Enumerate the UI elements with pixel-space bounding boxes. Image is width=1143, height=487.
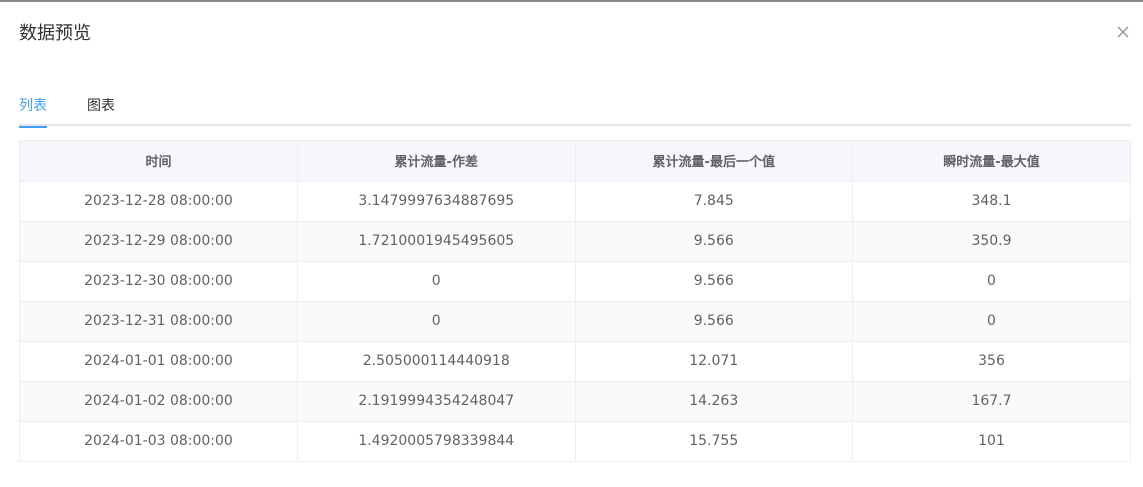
column-header-cumulative-diff: 累计流量-作差 <box>297 141 576 182</box>
table-cell: 348.1 <box>852 181 1130 222</box>
table-cell: 2024-01-01 08:00:00 <box>20 341 298 382</box>
table-row: 2023-12-31 08:00:00 0 9.566 0 <box>20 301 1130 342</box>
table-row: 2024-01-02 08:00:00 2.1919994354248047 14.… <box>20 381 1130 422</box>
tab-chart[interactable]: 图表 <box>87 96 115 116</box>
table-cell: 14.263 <box>575 381 853 422</box>
close-icon[interactable] <box>1116 25 1130 39</box>
table-cell: 0 <box>297 301 576 342</box>
table-cell: 167.7 <box>852 381 1130 422</box>
table-row: 2024-01-01 08:00:00 2.505000114440918 12.0… <box>20 341 1130 382</box>
tab-chart-label: 图表 <box>87 98 115 114</box>
table-cell: 2024-01-02 08:00:00 <box>20 381 298 422</box>
table-cell: 2.505000114440918 <box>297 341 576 382</box>
table-cell: 2023-12-28 08:00:00 <box>20 181 298 222</box>
table-cell: 0 <box>297 261 576 302</box>
table-row: 2024-01-03 08:00:00 1.4920005798339844 15.… <box>20 421 1130 461</box>
table-cell: 3.1479997634887695 <box>297 181 576 222</box>
table-cell: 9.566 <box>575 301 853 342</box>
tab-active-indicator <box>19 126 47 128</box>
table-row: 2023-12-29 08:00:00 1.7210001945495605 9.5… <box>20 221 1130 262</box>
tab-list[interactable]: 列表 <box>19 96 47 128</box>
table-cell: 2024-01-03 08:00:00 <box>20 421 298 461</box>
data-preview-dialog: 数据预览 列表 图表 时间 累计流量-作差 累计流量-最后一个值 瞬时流量-最大… <box>0 0 1143 487</box>
table-cell: 350.9 <box>852 221 1130 262</box>
table-cell: 2023-12-29 08:00:00 <box>20 221 298 262</box>
table-header-row: 时间 累计流量-作差 累计流量-最后一个值 瞬时流量-最大值 <box>20 141 1130 182</box>
table-cell: 1.4920005798339844 <box>297 421 576 461</box>
table-cell: 2.1919994354248047 <box>297 381 576 422</box>
table-row: 2023-12-30 08:00:00 0 9.566 0 <box>20 261 1130 302</box>
column-header-time: 时间 <box>20 141 298 182</box>
dialog-title: 数据预览 <box>19 23 91 44</box>
table-cell: 9.566 <box>575 221 853 262</box>
table-row: 2023-12-28 08:00:00 3.1479997634887695 7.8… <box>20 181 1130 222</box>
tab-bar: 列表 图表 <box>19 92 1131 128</box>
table-cell: 0 <box>852 301 1130 342</box>
column-header-instant-max: 瞬时流量-最大值 <box>852 141 1130 182</box>
table-cell: 9.566 <box>575 261 853 302</box>
table-cell: 7.845 <box>575 181 853 222</box>
data-table: 时间 累计流量-作差 累计流量-最后一个值 瞬时流量-最大值 2023-12-2… <box>19 140 1131 462</box>
table-cell: 12.071 <box>575 341 853 382</box>
table-cell: 356 <box>852 341 1130 382</box>
table-cell: 1.7210001945495605 <box>297 221 576 262</box>
column-header-cumulative-last: 累计流量-最后一个值 <box>575 141 853 182</box>
table-cell: 101 <box>978 433 1005 450</box>
table-cell: 2023-12-30 08:00:00 <box>20 261 298 302</box>
table-cell: 15.755 <box>575 421 853 461</box>
tab-list-label: 列表 <box>19 98 47 114</box>
table-cell: 0 <box>852 261 1130 302</box>
table-cell: 2023-12-31 08:00:00 <box>20 301 298 342</box>
